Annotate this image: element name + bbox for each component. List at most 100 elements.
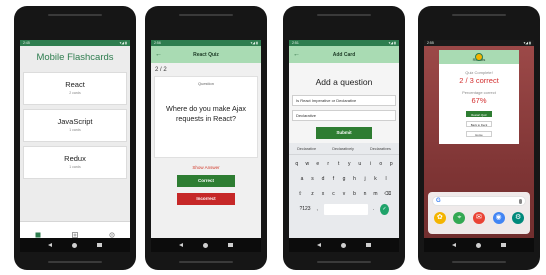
home-icon[interactable] bbox=[476, 242, 482, 248]
incorrect-button[interactable]: Incorrect bbox=[177, 193, 235, 205]
submit-button[interactable]: Submit bbox=[316, 127, 372, 139]
show-answer-link[interactable]: Show Answer bbox=[151, 165, 261, 170]
back-to-deck-button[interactable]: Back to Deck bbox=[466, 121, 492, 127]
mic-icon[interactable] bbox=[519, 198, 522, 204]
back-icon[interactable] bbox=[317, 243, 322, 247]
suggestion[interactable]: Declarative bbox=[297, 147, 316, 151]
key[interactable]: x bbox=[319, 189, 328, 200]
key[interactable]: k bbox=[371, 174, 380, 185]
chrome-app-icon[interactable]: ◉ bbox=[492, 212, 505, 224]
shift-key[interactable]: ⇧ bbox=[294, 189, 306, 200]
screen-deck-list: 2:45 ▾◢ ▮ Mobile Flashcards React 2 card… bbox=[20, 40, 130, 252]
speaker bbox=[179, 14, 233, 16]
key[interactable]: d bbox=[319, 174, 328, 185]
comma-key[interactable]: , bbox=[313, 204, 322, 215]
home-icon[interactable] bbox=[203, 242, 209, 248]
key[interactable]: r bbox=[324, 159, 333, 170]
key[interactable]: c bbox=[329, 189, 338, 200]
tab-decks[interactable]: Decks bbox=[23, 222, 53, 248]
google-search-bar[interactable]: G bbox=[432, 196, 526, 206]
deck-card-javascript[interactable]: JavaScript 1 cards bbox=[23, 109, 127, 142]
back-icon[interactable] bbox=[48, 243, 53, 247]
soft-keyboard: Declarative Declaratively Declaratives q… bbox=[289, 143, 399, 238]
key[interactable]: n bbox=[361, 189, 370, 200]
recents-icon[interactable] bbox=[366, 242, 371, 248]
tab-settings[interactable]: Settings bbox=[97, 222, 127, 248]
deck-count: 2 cards bbox=[69, 91, 81, 95]
key[interactable]: w bbox=[303, 159, 312, 170]
key-row-4: ?123 , . ✓ bbox=[289, 204, 399, 215]
recents-icon[interactable] bbox=[228, 242, 233, 248]
deck-card-react[interactable]: React 2 cards bbox=[23, 72, 127, 105]
quiz-header: ← React Quiz bbox=[151, 46, 261, 63]
score-text: 2 / 3 correct bbox=[459, 76, 499, 85]
backspace-key[interactable]: ⌫ bbox=[382, 189, 394, 200]
speaker bbox=[452, 14, 506, 16]
card-label: Question bbox=[197, 81, 214, 86]
add-card-header: ← Add Card bbox=[289, 46, 399, 63]
key[interactable]: g bbox=[340, 174, 349, 185]
recents-icon[interactable] bbox=[501, 242, 506, 248]
key[interactable]: q bbox=[293, 159, 302, 170]
key[interactable]: y bbox=[345, 159, 354, 170]
photos-app-icon[interactable]: ✿ bbox=[433, 212, 446, 224]
key[interactable]: u bbox=[356, 159, 365, 170]
space-key[interactable] bbox=[323, 204, 368, 215]
enter-key[interactable]: ✓ bbox=[380, 204, 389, 215]
suggestion[interactable]: Declaratively bbox=[332, 147, 354, 151]
suggestion[interactable]: Declaratives bbox=[370, 147, 391, 151]
key[interactable]: f bbox=[329, 174, 338, 185]
key[interactable]: e bbox=[314, 159, 323, 170]
key[interactable]: o bbox=[377, 159, 386, 170]
back-icon[interactable] bbox=[452, 243, 457, 247]
key[interactable]: b bbox=[350, 189, 359, 200]
key[interactable]: v bbox=[340, 189, 349, 200]
key[interactable]: p bbox=[387, 159, 396, 170]
home-button[interactable]: Home bbox=[466, 131, 492, 137]
key[interactable]: m bbox=[371, 189, 380, 200]
deck-name: Redux bbox=[64, 154, 86, 163]
phone-quiz: 2:56 ▾◢ ▮ ← React Quiz 2 / 2 Question Wh… bbox=[145, 6, 267, 270]
symbols-key[interactable]: ?123 bbox=[299, 204, 311, 215]
speaker bbox=[317, 14, 371, 16]
back-arrow-icon[interactable]: ← bbox=[293, 51, 307, 58]
phone-results: 2:55 ▾◢ ▮ Results Quiz Complete! 2 / 3 c… bbox=[418, 6, 540, 270]
home-icon[interactable] bbox=[341, 242, 347, 248]
key[interactable]: l bbox=[382, 174, 391, 185]
question-input[interactable]: Is React Imperative or Declarative bbox=[292, 95, 396, 106]
restart-quiz-button[interactable]: Restart Quiz bbox=[466, 111, 492, 117]
question-counter: 2 / 2 bbox=[155, 67, 167, 73]
system-nav-bar bbox=[424, 238, 534, 252]
results-popup: Results Quiz Complete! 2 / 3 correct Per… bbox=[439, 50, 519, 144]
status-icons: ▾◢ ▮ bbox=[388, 41, 396, 45]
percentage-label: Percentage correct bbox=[462, 90, 496, 95]
home-icon[interactable] bbox=[72, 242, 78, 248]
deck-name: React bbox=[65, 80, 85, 89]
recents-icon[interactable] bbox=[97, 242, 102, 248]
deck-card-redux[interactable]: Redux 1 cards bbox=[23, 146, 127, 179]
status-time: 2:45 bbox=[23, 41, 30, 45]
status-icons: ▾◢ ▮ bbox=[250, 41, 258, 45]
back-arrow-icon[interactable]: ← bbox=[155, 51, 169, 58]
correct-button[interactable]: Correct bbox=[177, 175, 235, 187]
bottom-tab-bar: Decks Add Deck Settings bbox=[20, 221, 130, 248]
key[interactable]: t bbox=[335, 159, 344, 170]
key[interactable]: i bbox=[366, 159, 375, 170]
key[interactable]: z bbox=[308, 189, 317, 200]
gmail-app-icon[interactable]: ✉ bbox=[472, 212, 485, 224]
key[interactable]: a bbox=[298, 174, 307, 185]
key[interactable]: j bbox=[361, 174, 370, 185]
question-card: Question Where do you make Ajax requests… bbox=[154, 76, 258, 158]
screen-quiz: 2:56 ▾◢ ▮ ← React Quiz 2 / 2 Question Wh… bbox=[151, 40, 261, 252]
suggestion-strip: Declarative Declaratively Declaratives bbox=[289, 143, 399, 155]
back-icon[interactable] bbox=[179, 243, 184, 247]
answer-input[interactable]: Declarative bbox=[292, 110, 396, 121]
key[interactable]: s bbox=[308, 174, 317, 185]
settings-app-icon[interactable]: ⚙ bbox=[512, 212, 525, 224]
speaker bbox=[48, 14, 102, 16]
period-key[interactable]: . bbox=[370, 204, 379, 215]
key-row-1: q w e r t y u i o p bbox=[289, 159, 399, 170]
tab-add-deck[interactable]: Add Deck bbox=[60, 222, 90, 248]
maps-app-icon[interactable]: ⌖ bbox=[453, 212, 466, 224]
key[interactable]: h bbox=[350, 174, 359, 185]
